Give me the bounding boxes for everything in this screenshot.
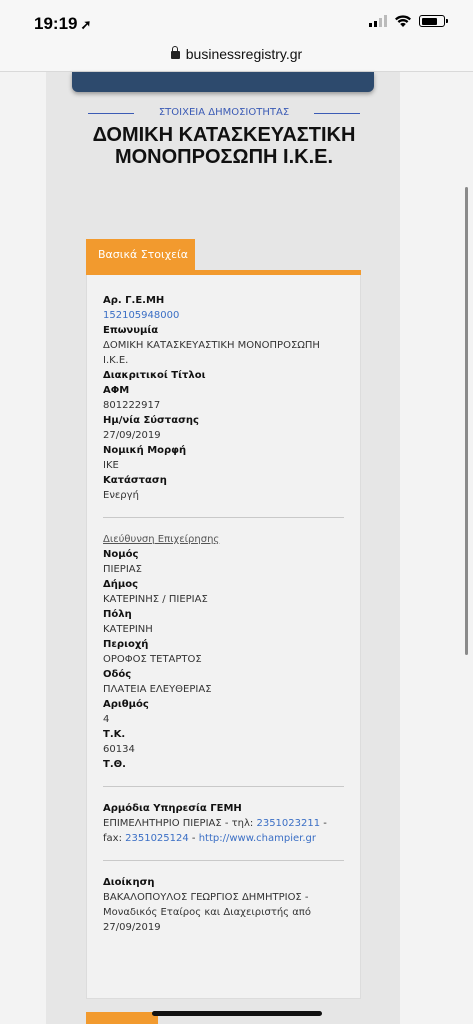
status-bar: 19:19 ➚	[0, 0, 473, 44]
battery-icon	[419, 15, 448, 27]
number-label: Αριθμός	[103, 699, 149, 710]
status-value: Ενεργή	[103, 490, 139, 501]
location-arrow-icon: ➚	[80, 17, 92, 32]
postcode-label: Τ.Κ.	[103, 729, 126, 740]
founded-label: Ημ/νία Σύστασης	[103, 415, 199, 426]
phone-link[interactable]: 2351023211	[256, 818, 320, 829]
gemh-label: Αρ. Γ.Ε.ΜΗ	[103, 295, 165, 306]
titles-label: Διακριτικοί Τίτλοι	[103, 370, 206, 381]
management-label: Διοίκηση	[103, 877, 155, 888]
section-heading-label: ΣΤΟΙΧΕΙΑ ΔΗΜΟΣΙΟΤΗΤΑΣ	[158, 107, 290, 118]
address-heading: Διεύθυνση Επιχείρησης	[103, 534, 220, 545]
gemh-value-link[interactable]: 152105948000	[103, 308, 344, 323]
area-label: Περιοχή	[103, 639, 149, 650]
info-card: Αρ. Γ.Ε.ΜΗ 152105948000 Επωνυμία ΔΟΜΙΚΗ …	[86, 275, 361, 999]
name-label: Επωνυμία	[103, 325, 159, 336]
divider	[103, 517, 344, 518]
gemh-service-value: ΕΠΙΜΕΛΗΤΗΡΙΟ ΠΙΕΡΙΑΣ - τηλ: 2351023211 -…	[103, 816, 344, 846]
url-bar[interactable]: businessregistry.gr	[0, 44, 473, 72]
afm-value: 801222917	[103, 400, 161, 411]
status-time-text: 19:19	[34, 14, 78, 33]
street-value: ΠΛΑΤΕΙΑ ΕΛΕΥΘΕΡΙΑΣ	[103, 684, 212, 695]
status-time: 19:19 ➚	[34, 14, 91, 34]
legal-form-label: Νομική Μορφή	[103, 445, 187, 456]
city-label: Πόλη	[103, 609, 132, 620]
city-value: ΚΑΤΕΡΙΝΗ	[103, 624, 153, 635]
url-text[interactable]: businessregistry.gr	[186, 46, 302, 62]
gemh-service-block: Αρμόδια Υπηρεσία ΓΕΜΗ ΕΠΙΜΕΛΗΤΗΡΙΟ ΠΙΕΡΙ…	[103, 801, 344, 846]
status-icons	[369, 14, 448, 28]
top-nav-band[interactable]	[72, 72, 374, 92]
afm-label: ΑΦΜ	[103, 385, 130, 396]
legal-form-value: ΙΚΕ	[103, 460, 119, 471]
divider	[103, 860, 344, 861]
basic-info-block: Αρ. Γ.Ε.ΜΗ 152105948000 Επωνυμία ΔΟΜΙΚΗ …	[103, 293, 344, 503]
section-heading: ΣΤΟΙΧΕΙΑ ΔΗΜΟΣΙΟΤΗΤΑΣ	[88, 106, 360, 120]
website-link[interactable]: http://www.champier.gr	[199, 833, 316, 844]
website-separator: -	[188, 833, 199, 844]
area-value: ΟΡΟΦΟΣ ΤΕΤΑΡΤΟΣ	[103, 654, 202, 665]
company-title: ΔΟΜΙΚΗ ΚΑΤΑΣΚΕΥΑΣΤΙΚΗ ΜΟΝΟΠΡΟΣΩΠΗ Ι.Κ.Ε.	[92, 124, 356, 168]
management-value: ΒΑΚΑΛΟΠΟΥΛΟΣ ΓΕΩΡΓΙΟΣ ΔΗΜΗΤΡΙΟΣ - Μοναδι…	[103, 892, 311, 933]
lock-icon	[170, 46, 180, 59]
wifi-icon	[395, 15, 411, 27]
tab-basic-info[interactable]: Βασικά Στοιχεία	[86, 239, 195, 271]
pobox-label: Τ.Θ.	[103, 759, 126, 770]
nomos-label: Νομός	[103, 549, 139, 560]
next-section-tab[interactable]	[86, 1012, 158, 1024]
signal-icon	[369, 15, 387, 27]
founded-value: 27/09/2019	[103, 430, 161, 441]
street-label: Οδός	[103, 669, 132, 680]
dimos-value: ΚΑΤΕΡΙΝΗΣ / ΠΙΕΡΙΑΣ	[103, 594, 208, 605]
management-block: Διοίκηση ΒΑΚΑΛΟΠΟΥΛΟΣ ΓΕΩΡΓΙΟΣ ΔΗΜΗΤΡΙΟΣ…	[103, 875, 344, 935]
postcode-value: 60134	[103, 744, 135, 755]
name-value: ΔΟΜΙΚΗ ΚΑΤΑΣΚΕΥΑΣΤΙΚΗ ΜΟΝΟΠΡΟΣΩΠΗ Ι.Κ.Ε.	[103, 340, 320, 366]
scrollbar[interactable]	[465, 187, 468, 655]
home-indicator[interactable]	[152, 1011, 322, 1016]
address-block: Διεύθυνση Επιχείρησης Νομός ΠΙΕΡΙΑΣ Δήμο…	[103, 532, 344, 772]
gemh-service-prefix: ΕΠΙΜΕΛΗΤΗΡΙΟ ΠΙΕΡΙΑΣ - τηλ:	[103, 818, 257, 829]
number-value: 4	[103, 714, 110, 725]
fax-link[interactable]: 2351025124	[125, 833, 189, 844]
nomos-value: ΠΙΕΡΙΑΣ	[103, 564, 142, 575]
dimos-label: Δήμος	[103, 579, 139, 590]
status-label: Κατάσταση	[103, 475, 167, 486]
gemh-service-label: Αρμόδια Υπηρεσία ΓΕΜΗ	[103, 803, 242, 814]
divider	[103, 786, 344, 787]
page-content: ΣΤΟΙΧΕΙΑ ΔΗΜΟΣΙΟΤΗΤΑΣ ΔΟΜΙΚΗ ΚΑΤΑΣΚΕΥΑΣΤ…	[46, 72, 400, 1024]
